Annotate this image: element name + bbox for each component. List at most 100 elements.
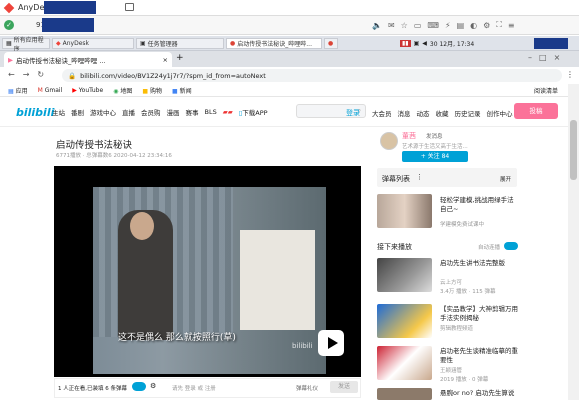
expand-link[interactable]: 展开 [500,175,511,183]
bookmark-news[interactable]: ■ 新闻 [172,86,192,95]
video-person-head [130,212,154,240]
nav-link-esports[interactable]: 赛事 [186,107,199,117]
danmaku-etiquette[interactable]: 弹幕礼仪 [296,384,318,392]
login-link[interactable]: 登录 [346,108,360,118]
rec-title[interactable]: 启功先生讲书法完整版 [440,259,520,268]
rec-title[interactable]: 【实品教学】大神剪辑万用手法实例揭秘 [440,305,520,323]
bookmark-gmail[interactable]: M Gmail [38,87,63,94]
back-icon[interactable]: ← [8,70,15,79]
online-count: 1 人正在看,已装填 6 条弹幕 [58,386,127,392]
rec-title[interactable]: 悬腕or no? 启功先生算说 [440,389,520,398]
browser-tab-active[interactable]: ▶ 启动传授书法秘诀_哔哩哔哩 ... × [4,52,172,67]
upload-button[interactable]: 投稿 [514,103,558,119]
bilibili-logo[interactable]: bilibili [16,106,54,119]
close-tab-icon[interactable]: × [163,56,168,64]
tray-indicator-icon[interactable]: ▮▮ [400,40,411,47]
action-icon[interactable]: ⚡ [445,21,451,30]
ad-title[interactable]: 轻松学建模,挑战用绿手法自己~ [440,196,520,214]
rec-meta: 3.4万 播放 · 115 弹幕 [440,289,496,295]
maximize-icon[interactable]: □ [539,53,547,62]
danmaku-login-hint[interactable]: 请先 登录 或 注册 [172,384,216,392]
bookmarks-list: ▦ 应用 M Gmail ▶ YouTube ◉ 地图 ■ 购物 ■ 新闻 [8,86,192,95]
url-text: bilibili.com/video/BV1Z24y1j7r7/?spm_id_… [80,71,266,80]
ad-thumbnail[interactable] [377,194,432,228]
task-manager-icon: ▣ [140,40,146,47]
settings-icon[interactable]: ⚙ [483,21,490,30]
taskbar-item-taskmanager[interactable]: ▣ 任务管理器 [136,38,224,49]
tray-network-icon[interactable]: ▣ [414,40,420,47]
browser-menu-icon[interactable]: ⋮ [566,70,574,79]
bookmark-shopping[interactable]: ■ 购物 [142,86,162,95]
nav-dynamics[interactable]: 动态 [417,108,430,118]
address-bar[interactable]: 🔒 bilibili.com/video/BV1Z24y1j7r7/?spm_i… [62,69,562,82]
nav-link-download[interactable]: ▯下载APP [239,107,268,117]
taskbar-item-browser[interactable]: ● 启动传授书法秘诀_哔哩哔... [226,38,322,49]
privacy-icon[interactable]: ◐ [470,21,477,30]
star-icon[interactable]: ☆ [401,21,408,30]
close-icon[interactable]: × [554,53,561,62]
rec-thumbnail[interactable] [377,258,432,292]
bili-nav-links: 主站 番剧 游戏中心 直播 会员购 漫画 赛事 BLS ▰▰ ▯下载APP [52,107,268,117]
nav-link-main[interactable]: 主站 [52,107,65,117]
taskbar-item-apps[interactable]: ▦ 所有应用程序 [2,37,50,53]
rec-title[interactable]: 启功老先生谈精准临摹的重要性 [440,347,520,365]
more-icon[interactable]: ⋮ [416,173,423,181]
taskbar-item-anydesk[interactable]: ◆ AnyDesk [52,38,134,49]
window-tile-icon[interactable] [125,3,134,11]
reading-list[interactable]: 阅读清单 [534,86,558,95]
minimize-icon[interactable]: – [528,53,532,62]
taskbar-item-chrome[interactable]: ● [324,38,338,49]
reload-icon[interactable]: ↻ [37,70,44,79]
redacted-session-id [44,1,96,14]
tray-volume-icon[interactable]: ◀ [422,40,427,47]
nav-link-shop[interactable]: 会员购 [141,107,161,117]
danmaku-toggle[interactable] [132,382,146,391]
rec-author[interactable]: 王颖涵管 [440,366,462,374]
nav-link-anime[interactable]: 番剧 [71,107,84,117]
rec-author[interactable]: 剪辑教程频道 [440,324,473,332]
nav-creator[interactable]: 创作中心 [487,108,513,118]
nav-vip[interactable]: 大会员 [372,108,392,118]
avatar[interactable] [380,132,398,150]
chat-icon[interactable]: ✉ [388,21,395,30]
up-next-label: 接下来播放 [377,243,412,251]
volume-icon[interactable]: 🔈 [372,21,382,30]
send-danmaku-button[interactable]: 发送 [330,381,358,393]
scrollbar-thumb[interactable] [570,120,577,180]
menu-icon[interactable]: ≡ [508,21,515,30]
send-message-link[interactable]: 发消息 [426,132,443,140]
anydesk-icon: ◆ [56,40,61,47]
nav-link-live[interactable]: 直播 [122,107,135,117]
rec-thumbnail[interactable] [377,346,432,380]
tray-clock[interactable]: 30 12月, 17:34 [430,39,474,48]
video-subtitle: 这不是偶么 那么就按照行(草) [118,333,236,343]
display-icon[interactable]: ▭ [414,21,422,30]
nav-history[interactable]: 历史记录 [455,108,481,118]
keyboard-icon[interactable]: ⌨ [427,21,439,30]
bili-right-links: 大会员 消息 动态 收藏 历史记录 创作中心 [372,108,513,118]
nav-favorites[interactable]: 收藏 [436,108,449,118]
new-tab-icon[interactable]: + [176,53,184,63]
bookmark-youtube[interactable]: ▶ YouTube [72,87,103,94]
nav-messages[interactable]: 消息 [398,108,411,118]
nav-link-bls[interactable]: BLS [205,108,217,116]
rec-thumbnail[interactable] [377,304,432,338]
uploader-name[interactable]: 董茜 [402,131,416,141]
bookmark-apps[interactable]: ▦ 应用 [8,86,28,95]
chrome-icon: ● [328,40,334,47]
autoplay-toggle[interactable] [504,242,518,250]
play-icon[interactable] [318,330,344,356]
rec-thumbnail[interactable] [377,388,432,400]
follow-button[interactable]: + 关注 84 [402,151,468,162]
fullscreen-icon[interactable]: ⛶ [496,20,502,30]
danmaku-settings-icon[interactable]: ⚙ [150,382,156,390]
rec-meta: 2019 播放 · 0 弹幕 [440,377,489,383]
video-meta: 6771播放 · 总弹幕数6 2020-04-12 23:34:16 [56,153,172,159]
nav-link-games[interactable]: 游戏中心 [90,107,116,117]
file-transfer-icon[interactable]: ▤ [457,21,465,30]
nav-link-manga[interactable]: 漫画 [167,107,180,117]
bookmark-maps[interactable]: ◉ 地图 [113,86,132,95]
rec-author[interactable]: 云上方可 [440,278,462,286]
nav-promo-badge[interactable]: ▰▰ [223,108,233,116]
forward-icon[interactable]: → [23,70,30,79]
